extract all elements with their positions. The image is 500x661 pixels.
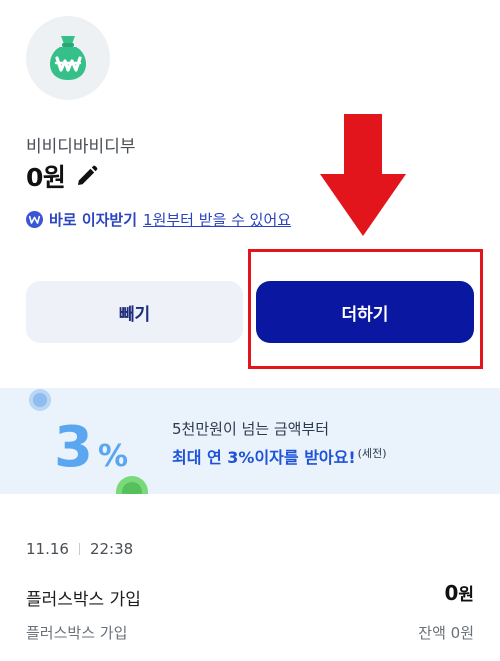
transaction-amount: 0원: [444, 580, 474, 605]
withdraw-button[interactable]: 빼기: [26, 281, 243, 343]
transaction-amount-value: 0: [444, 581, 459, 605]
instant-interest-label: 바로 이자받기: [49, 211, 138, 229]
banner-line1: 5천만원이 넘는 금액부터: [172, 420, 330, 438]
banner-note: (세전): [357, 446, 387, 460]
section-separator: [0, 494, 500, 506]
money-bag-icon: [49, 36, 87, 80]
transaction-title[interactable]: 플러스박스 가입: [26, 585, 141, 610]
date-time-divider: [78, 543, 80, 555]
three-percent-coin-illustration: 3 %: [29, 389, 148, 494]
transaction-date: 11.16: [26, 540, 69, 558]
account-balance: 0원: [26, 163, 66, 192]
transaction-time: 22:38: [89, 540, 134, 558]
banner-line2: 최대 연 3%이자를 받아요! (세전): [172, 444, 386, 468]
instant-interest-row[interactable]: 바로 이자받기 1원부터 받을 수 있어요: [26, 209, 291, 230]
banner-percent-sign: %: [98, 439, 128, 474]
promo-banner[interactable]: 3 % 5천만원이 넘는 금액부터 최대 연 3%이자를 받아요! (세전): [0, 388, 500, 494]
balance-row: 0원: [26, 158, 99, 194]
pencil-icon[interactable]: [75, 164, 99, 188]
transaction-subtitle: 플러스박스 가입: [26, 624, 128, 642]
account-name: 비비디바비디부: [26, 137, 136, 157]
transaction-balance: 잔액 0원: [418, 624, 474, 642]
banner-percent-number: 3: [54, 415, 93, 480]
banner-headline: 최대 연 3%이자를 받아요!: [172, 448, 356, 467]
annotation-highlight-box: [248, 249, 483, 369]
transaction-amount-unit: 원: [458, 585, 474, 605]
won-badge-icon: [26, 211, 43, 228]
transaction-datetime: 11.16 22:38: [26, 540, 133, 558]
money-bag-logo: [26, 16, 110, 100]
interest-info-link[interactable]: 1원부터 받을 수 있어요: [143, 209, 291, 230]
red-arrow-icon: [320, 114, 406, 236]
